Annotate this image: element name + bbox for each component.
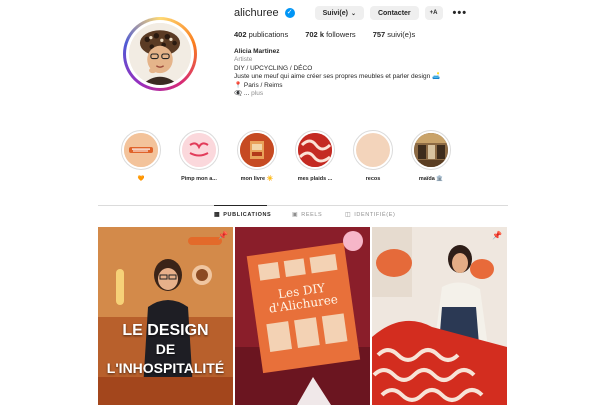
reels-icon: ▣ (292, 212, 299, 218)
tabs-divider (98, 205, 508, 206)
more-link[interactable]: plus (251, 90, 263, 97)
grid-icon: ▦ (214, 212, 221, 218)
post-overlay-text: LE DESIGN DE L'INHOSPITALITÉ (106, 322, 225, 376)
tab-reels[interactable]: ▣ REELS (292, 211, 323, 219)
following-stat[interactable]: 757 suivi(e)s (373, 30, 416, 39)
chevron-down-icon: ⌄ (350, 10, 356, 17)
highlight-item[interactable]: Pimp mon a... (170, 130, 228, 182)
highlight-item[interactable]: 🧡 (112, 130, 170, 182)
account-category: Artiste (234, 56, 253, 64)
following-button-label: Suivi(e) (322, 9, 348, 17)
posts-count-stat: 402 publications (234, 30, 289, 39)
highlight-label: mon livre ☀️ (240, 176, 274, 182)
followers-stat[interactable]: 702 k followers (305, 30, 355, 39)
username: alichuree (234, 7, 279, 19)
highlight-cover (240, 133, 274, 167)
highlight-label: mes plaids ... (297, 176, 333, 182)
highlight-label: maïda 🏛️ (418, 176, 444, 182)
tagged-icon: ◫ (345, 212, 352, 218)
highlight-cover (124, 133, 158, 167)
highlight-label: recos (365, 176, 381, 182)
bio-line-2: Juste une meuf qui aime créer ses propre… (234, 73, 441, 81)
highlight-cover (182, 133, 216, 167)
tab-publications[interactable]: ▦ PUBLICATIONS (214, 211, 272, 219)
post-tile[interactable]: 📌 LE DESIGN DE L'INHOSPITALITÉ (98, 227, 233, 405)
add-person-icon: +A (429, 10, 438, 16)
highlight-label: 🧡 (137, 176, 145, 182)
pin-icon: 📌 (218, 231, 228, 240)
tab-label: IDENTIFIÉ(E) (354, 211, 396, 218)
bio-location: 📍 Paris / Reims (234, 81, 283, 89)
highlight-item[interactable]: recos (344, 130, 402, 182)
highlight-cover (356, 133, 390, 167)
highlight-item[interactable]: mon livre ☀️ (228, 130, 286, 182)
tab-label: PUBLICATIONS (223, 211, 272, 218)
story-highlights: 🧡 Pimp mon a... mon livre ☀️ mes plaids … (112, 130, 460, 182)
active-tab-indicator (214, 205, 267, 206)
post-image (372, 227, 507, 405)
avatar-photo (129, 23, 191, 85)
post-image (98, 227, 233, 405)
highlight-item[interactable]: maïda 🏛️ (402, 130, 460, 182)
profile-bio: Alicia Martinez Artiste DIY / UPCYCLING … (234, 48, 440, 98)
tab-tagged[interactable]: ◫ IDENTIFIÉ(E) (345, 211, 396, 219)
suggest-accounts-button[interactable]: +A (424, 6, 443, 20)
highlight-item[interactable]: mes plaids ... (286, 130, 344, 182)
full-name: Alicia Martinez (234, 48, 280, 55)
profile-avatar[interactable] (123, 17, 197, 91)
verified-badge-icon: ✓ (284, 8, 295, 18)
message-button-label: Contacter (377, 9, 411, 17)
bio-more[interactable]: 👁‍🗨 ... plus (234, 90, 440, 98)
post-tile[interactable]: 📌 (372, 227, 507, 405)
more-options-icon[interactable]: ••• (453, 7, 468, 19)
profile-stats: 402 publications 702 k followers 757 sui… (234, 30, 415, 39)
highlight-cover (298, 133, 332, 167)
pin-icon: 📌 (492, 231, 502, 240)
message-button[interactable]: Contacter (369, 6, 419, 20)
tab-label: REELS (301, 211, 323, 218)
bio-line-1: DIY / UPCYCLING / DÉCO (234, 64, 313, 72)
highlight-cover (414, 133, 448, 167)
post-tile[interactable]: Les DIY d'Alichuree (235, 227, 370, 405)
highlight-label: Pimp mon a... (181, 176, 217, 182)
profile-top-row: alichuree ✓ Suivi(e) ⌄ Contacter +A ••• (234, 5, 467, 21)
following-button[interactable]: Suivi(e) ⌄ (314, 6, 364, 20)
